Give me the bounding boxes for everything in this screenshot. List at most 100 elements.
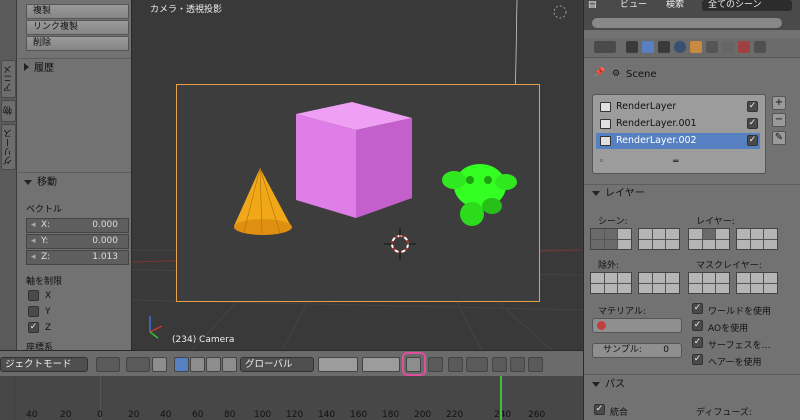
list-item[interactable]: RenderLayer ✓ [596,99,760,115]
frame-tick: 20 [128,410,140,420]
editor-type-button[interactable] [594,41,616,53]
render-tab-icon[interactable] [626,41,638,53]
texture-tab-icon[interactable] [754,41,766,53]
timeline[interactable]: 40 20 0 20 40 60 80 100 120 140 160 180 … [0,376,583,420]
combined-pass-checkbox[interactable]: ✓ [594,404,605,415]
navigation-gizmo-icon[interactable] [553,5,567,19]
samples-field[interactable]: サンプル: 0 [592,343,682,358]
frame-tick: 100 [254,410,272,420]
layer-panel-header[interactable]: レイヤー [584,185,800,203]
scene-tab-icon[interactable] [658,41,670,53]
opengl-render-button[interactable] [492,357,507,372]
layer-visibility-buttons[interactable] [362,357,400,372]
world-tab-icon[interactable] [674,41,686,53]
snap-toggle[interactable] [448,357,463,372]
passes-panel-header[interactable]: パス [584,376,800,394]
layer-enable-checkbox[interactable]: ✓ [747,118,758,129]
add-layer-button[interactable]: + [772,96,786,110]
constraint-z-checkbox[interactable]: ✓ [28,322,39,333]
collapse-arrow-icon [592,190,600,196]
render-layer-grid[interactable] [688,228,730,250]
tool-shelf: アニメ 物 グリース 複製 リンク複製 削除 履歴 移動 ベクトル ◂ X: 0.0… [0,0,141,353]
layer-enable-checkbox[interactable]: ✓ [747,101,758,112]
vector-y-field[interactable]: ◂ Y: 0.000 [26,234,129,249]
render-layer-list[interactable]: RenderLayer ✓ RenderLayer.001 ✓ RenderLaye… [592,94,766,174]
cone-object[interactable] [234,167,292,235]
manipulator-extra-button[interactable] [222,357,237,372]
render-layers-tab-icon[interactable] [642,41,654,53]
move-label: 移動 [37,177,57,188]
use-surface-checkbox[interactable]: ✓ [692,337,703,348]
use-world-checkbox[interactable]: ✓ [692,303,703,314]
frame-tick: 160 [350,410,368,420]
decrement-arrow-icon[interactable]: ◂ [31,219,36,232]
list-item-active[interactable]: RenderLayer.002 ✓ [596,133,760,149]
tab-physics[interactable]: 物 [1,100,16,122]
render-layer-grid[interactable] [736,228,778,250]
translate-manipulator-button[interactable] [174,357,189,372]
viewport-shading-select[interactable] [96,357,120,372]
use-hair-checkbox[interactable]: ✓ [692,354,703,365]
snap-element-select[interactable] [466,357,488,372]
delete-button[interactable]: 削除 [26,36,129,51]
collapse-arrow-icon [592,381,600,387]
diffuse-pass-label: ディフューズ: [696,408,752,418]
material-override-field[interactable] [592,318,682,333]
view-menu[interactable]: ビュー [620,0,647,11]
clapper-icon[interactable] [528,357,543,372]
list-item[interactable]: RenderLayer.001 ✓ [596,116,760,132]
history-panel-header[interactable]: 履歴 [18,61,131,77]
scene-display-select[interactable]: 全てのシーン [702,0,792,11]
search-menu[interactable]: 検索 [666,0,684,11]
layer-enable-checkbox[interactable]: ✓ [747,135,758,146]
modifiers-tab-icon[interactable] [722,41,734,53]
duplicate-button[interactable]: 複製 [26,4,129,19]
tab-animation[interactable]: アニメ [1,60,16,98]
scene-objects[interactable] [132,0,582,350]
frame-tick: 0 [97,410,103,420]
decrement-arrow-icon[interactable]: ◂ [31,235,36,248]
manipulator-toggle[interactable] [152,357,167,372]
move-panel-header[interactable]: 移動 [18,175,131,191]
constraints-tab-icon[interactable] [706,41,718,53]
exclude-layer-grid[interactable] [590,272,632,294]
axis-gizmo-icon [149,316,163,339]
use-ao-checkbox[interactable]: ✓ [692,320,703,331]
pin-icon[interactable]: 📌 [594,68,605,78]
current-frame-indicator[interactable] [500,376,502,420]
exclude-layer-grid[interactable] [638,272,680,294]
mask-layer-grid[interactable] [736,272,778,294]
outliner-scrollbar[interactable] [592,18,782,28]
filter-icon[interactable]: ◦ [599,157,604,167]
layer-visibility-buttons[interactable] [318,357,358,372]
constraint-x-checkbox[interactable] [28,290,39,301]
properties-editor: ▤ ビュー 検索 全てのシーン 📌 ⚙ Scene RenderLayer ✓ R… [583,0,800,420]
constraint-y-checkbox[interactable] [28,306,39,317]
tab-grease-pencil[interactable]: グリース [1,124,16,170]
y-value: 0.000 [92,236,118,246]
cube-object[interactable] [296,102,412,218]
interaction-mode-select[interactable]: ジェクトモード [0,357,88,372]
editor-type-icon[interactable]: ▤ [588,0,597,11]
scale-manipulator-button[interactable] [206,357,221,372]
opengl-render-animation-button[interactable] [510,357,525,372]
resize-handle-icon[interactable]: ═ [673,157,678,167]
vector-z-field[interactable]: ◂ Z: 1.013 [26,250,129,265]
scene-layer-grid[interactable] [638,228,680,250]
vector-x-field[interactable]: ◂ X: 0.000 [26,218,129,233]
scene-layer-grid[interactable] [590,228,632,250]
proportional-edit-button[interactable] [428,357,443,372]
pivot-point-select[interactable] [126,357,150,372]
layer-tools-button[interactable]: ✎ [772,131,786,145]
remove-layer-button[interactable]: − [772,113,786,127]
decrement-arrow-icon[interactable]: ◂ [31,251,36,264]
transform-orientation-select[interactable]: グローバル [240,357,314,372]
3d-viewport[interactable]: カメラ・透視投影 (234) Camera [132,0,582,350]
3d-cursor-icon[interactable] [384,228,416,260]
material-tab-icon[interactable] [738,41,750,53]
monkey-object[interactable] [442,164,517,226]
object-tab-icon[interactable] [690,41,702,53]
duplicate-linked-button[interactable]: リンク複製 [26,20,129,35]
rotate-manipulator-button[interactable] [190,357,205,372]
mask-layer-grid[interactable] [688,272,730,294]
